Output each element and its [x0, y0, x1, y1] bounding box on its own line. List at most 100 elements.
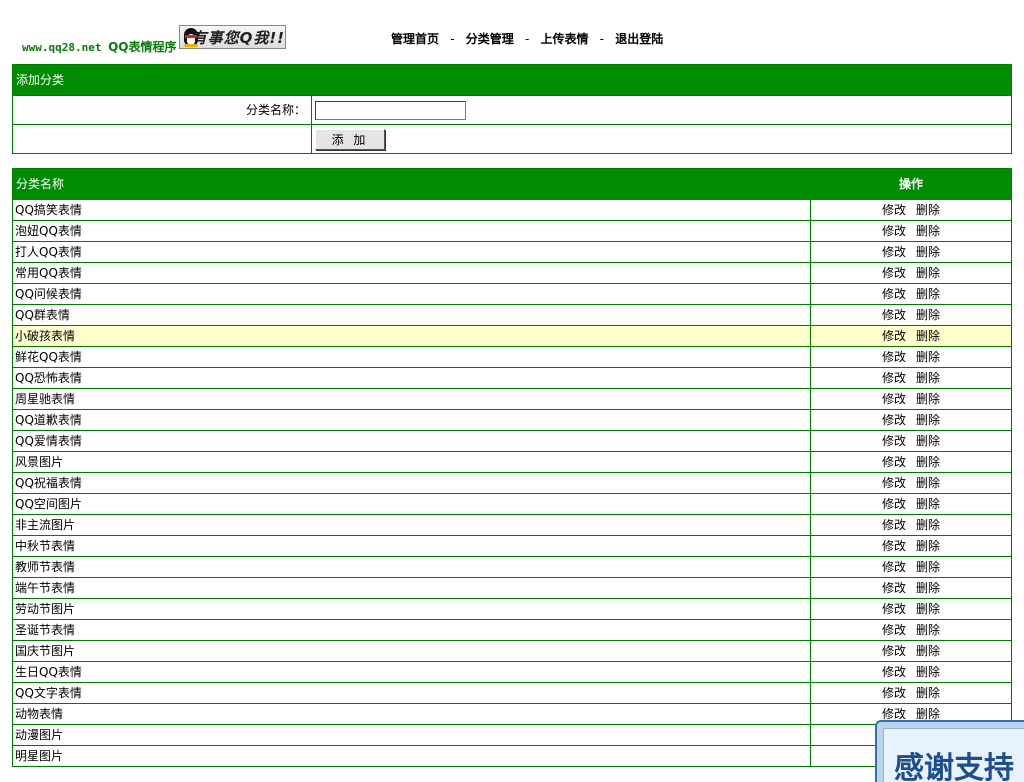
site-url[interactable]: www.qq28.net [22, 41, 101, 54]
table-row: 鲜花QQ表情 修改 删除 [13, 347, 1011, 368]
delete-link[interactable]: 删除 [916, 686, 940, 700]
delete-link[interactable]: 删除 [916, 707, 940, 721]
delete-link[interactable]: 删除 [916, 203, 940, 217]
edit-link[interactable]: 修改 [882, 455, 906, 469]
delete-link[interactable]: 删除 [916, 623, 940, 637]
row-actions: 修改删除 [811, 536, 1011, 556]
delete-link[interactable]: 删除 [916, 392, 940, 406]
category-name-cell: QQ问候表情 [13, 284, 811, 304]
site-link[interactable]: www.qq28.net QQ表情程序 [22, 38, 177, 55]
delete-link[interactable]: 删除 [916, 518, 940, 532]
delete-link[interactable]: 删除 [916, 350, 940, 364]
edit-link[interactable]: 修改 [882, 329, 906, 343]
row-actions: 修改删除 [811, 431, 1011, 451]
table-row: QQ群表情 修改 删除 [13, 305, 1011, 326]
edit-link[interactable]: 修改 [882, 392, 906, 406]
nav-upload-link[interactable]: 上传表情 [540, 32, 588, 46]
edit-link[interactable]: 修改 [882, 581, 906, 595]
delete-link[interactable]: 删除 [916, 287, 940, 301]
category-name-cell: 劳动节图片 [13, 599, 811, 619]
edit-link[interactable]: 修改 [882, 518, 906, 532]
category-name-cell: 常用QQ表情 [13, 263, 811, 283]
category-name-input[interactable] [315, 100, 466, 120]
table-row: 教师节表情 修改 删除 [13, 557, 1011, 578]
edit-link[interactable]: 修改 [882, 539, 906, 553]
edit-link[interactable]: 修改 [882, 665, 906, 679]
edit-link[interactable]: 修改 [882, 686, 906, 700]
delete-link[interactable]: 删除 [916, 308, 940, 322]
delete-link[interactable]: 删除 [916, 224, 940, 238]
category-name-cell: 教师节表情 [13, 557, 811, 577]
nav-category-link[interactable]: 分类管理 [466, 32, 514, 46]
delete-link[interactable]: 删除 [916, 455, 940, 469]
table-row: 动物表情 修改 删除 [13, 704, 1011, 725]
edit-link[interactable]: 修改 [882, 623, 906, 637]
row-actions: 修改删除 [811, 515, 1011, 535]
column-header-ops: 操作 [898, 177, 923, 191]
table-row: 劳动节图片 修改 删除 [13, 599, 1011, 620]
category-name-cell: 动物表情 [13, 704, 811, 724]
edit-link[interactable]: 修改 [882, 308, 906, 322]
submit-row: 添 加 [13, 124, 1011, 153]
floating-banner[interactable]: 感谢支持 [875, 720, 1024, 782]
edit-link[interactable]: 修改 [882, 707, 906, 721]
edit-link[interactable]: 修改 [882, 266, 906, 280]
delete-link[interactable]: 删除 [916, 413, 940, 427]
nav-home-link[interactable]: 管理首页 [391, 32, 439, 46]
edit-link[interactable]: 修改 [882, 350, 906, 364]
delete-link[interactable]: 删除 [916, 476, 940, 490]
delete-link[interactable]: 删除 [916, 560, 940, 574]
edit-link[interactable]: 修改 [882, 476, 906, 490]
category-name-cell: 中秋节表情 [13, 536, 811, 556]
edit-link[interactable]: 修改 [882, 644, 906, 658]
row-actions: 修改删除 [811, 557, 1011, 577]
delete-link[interactable]: 删除 [916, 329, 940, 343]
delete-link[interactable]: 删除 [916, 602, 940, 616]
delete-link[interactable]: 删除 [916, 581, 940, 595]
category-name-cell: QQ空间图片 [13, 494, 811, 514]
edit-link[interactable]: 修改 [882, 413, 906, 427]
table-row: QQ问候表情 修改 删除 [13, 284, 1011, 305]
banner-text: 感谢支持 [883, 728, 1024, 782]
edit-link[interactable]: 修改 [882, 287, 906, 301]
table-row: 国庆节图片 修改 删除 [13, 641, 1011, 662]
top-nav: 管理首页 - 分类管理 - 上传表情 - 退出登陆 [391, 30, 663, 47]
table-row: 风景图片 修改 删除 [13, 452, 1011, 473]
delete-link[interactable]: 删除 [916, 665, 940, 679]
delete-link[interactable]: 删除 [916, 371, 940, 385]
edit-link[interactable]: 修改 [882, 224, 906, 238]
delete-link[interactable]: 删除 [916, 497, 940, 511]
table-row: 常用QQ表情 修改 删除 [13, 263, 1011, 284]
row-actions: 修改删除 [811, 221, 1011, 241]
category-name-cell: 明星图片 [13, 746, 811, 766]
nav-logout-link[interactable]: 退出登陆 [615, 32, 663, 46]
edit-link[interactable]: 修改 [882, 602, 906, 616]
category-name-cell: QQ爱情表情 [13, 431, 811, 451]
row-actions: 修改删除 [811, 641, 1011, 661]
delete-link[interactable]: 删除 [916, 266, 940, 280]
add-category-button[interactable]: 添 加 [315, 128, 385, 150]
qq-contact-badge[interactable]: 有事您Q我!! [179, 25, 286, 49]
row-actions: 修改删除 [811, 200, 1011, 220]
edit-link[interactable]: 修改 [882, 560, 906, 574]
row-actions: 修改删除 [811, 662, 1011, 682]
edit-link[interactable]: 修改 [882, 245, 906, 259]
category-name-cell: QQ恐怖表情 [13, 368, 811, 388]
edit-link[interactable]: 修改 [882, 497, 906, 511]
delete-link[interactable]: 删除 [916, 539, 940, 553]
category-name-cell: 风景图片 [13, 452, 811, 472]
app-name[interactable]: QQ表情程序 [108, 40, 176, 54]
row-actions: 修改删除 [811, 305, 1011, 325]
delete-link[interactable]: 删除 [916, 245, 940, 259]
edit-link[interactable]: 修改 [882, 434, 906, 448]
edit-link[interactable]: 修改 [882, 203, 906, 217]
delete-link[interactable]: 删除 [916, 644, 940, 658]
delete-link[interactable]: 删除 [916, 434, 940, 448]
category-name-cell: 动漫图片 [13, 725, 811, 745]
table-row: 小破孩表情 修改 删除 [13, 326, 1011, 347]
table-row: 动漫图片修改删除 [13, 725, 1011, 746]
edit-link[interactable]: 修改 [882, 371, 906, 385]
row-actions: 修改删除 [811, 473, 1011, 493]
add-category-title: 添加分类 [13, 65, 1011, 95]
column-header-name: 分类名称 [16, 177, 65, 191]
